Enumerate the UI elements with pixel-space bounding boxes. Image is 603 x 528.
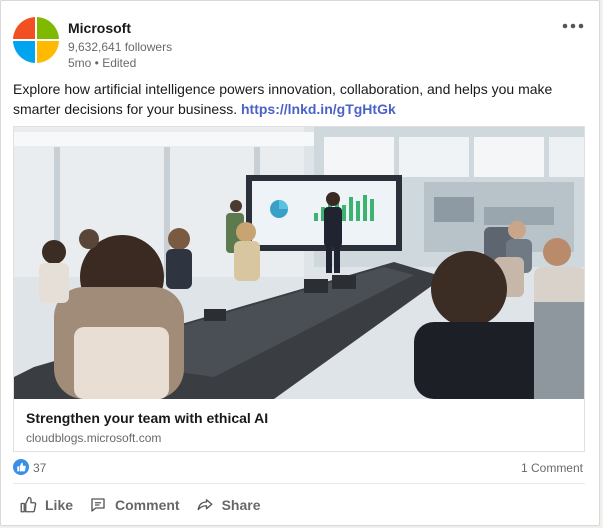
comments-count[interactable]: 1 Comment xyxy=(521,461,583,475)
share-button[interactable]: Share xyxy=(188,489,269,521)
more-dots-svg xyxy=(562,23,584,29)
logo-yellow-square xyxy=(37,41,59,63)
actions-divider xyxy=(13,483,585,484)
comment-icon xyxy=(91,498,105,512)
article-meta[interactable]: Strengthen your team with ethical AI clo… xyxy=(14,399,584,451)
article-title[interactable]: Strengthen your team with ethical AI xyxy=(26,410,268,426)
follower-count: 9,632,641 followers xyxy=(68,40,173,54)
post-timestamp: 5mo • Edited xyxy=(68,56,137,70)
reactions-count[interactable]: 37 xyxy=(33,461,46,475)
like-button[interactable]: Like xyxy=(11,489,81,521)
article-source: cloudblogs.microsoft.com xyxy=(26,431,162,445)
post-link[interactable]: https://lnkd.in/gTgHtGk xyxy=(241,101,396,117)
share-label: Share xyxy=(221,497,261,513)
microsoft-logo[interactable] xyxy=(13,17,59,63)
conference-room-illustration xyxy=(14,127,584,399)
like-reaction-icon[interactable] xyxy=(13,459,29,475)
logo-blue-square xyxy=(13,41,35,63)
like-label: Like xyxy=(45,497,74,513)
like-reaction-glyph xyxy=(17,462,26,472)
feed-post-card: Microsoft 9,632,641 followers 5mo • Edit… xyxy=(0,0,600,526)
post-header: Microsoft 9,632,641 followers 5mo • Edit… xyxy=(13,17,587,70)
more-horizontal-icon[interactable] xyxy=(559,17,587,37)
comment-label: Comment xyxy=(115,497,180,513)
share-icon xyxy=(197,499,213,511)
logo-red-square xyxy=(13,17,35,39)
logo-green-square xyxy=(37,17,59,39)
social-counts: 37 1 Comment xyxy=(13,459,583,477)
article-preview[interactable]: Strengthen your team with ethical AI clo… xyxy=(13,126,585,452)
post-body: Explore how artificial intelligence powe… xyxy=(13,79,583,119)
comment-button[interactable]: Comment xyxy=(81,489,188,521)
thumbs-up-icon xyxy=(20,496,37,513)
conference-room-photo[interactable] xyxy=(14,127,584,399)
post-actions: Like Comment Share xyxy=(11,489,269,521)
author-name[interactable]: Microsoft xyxy=(68,20,131,36)
